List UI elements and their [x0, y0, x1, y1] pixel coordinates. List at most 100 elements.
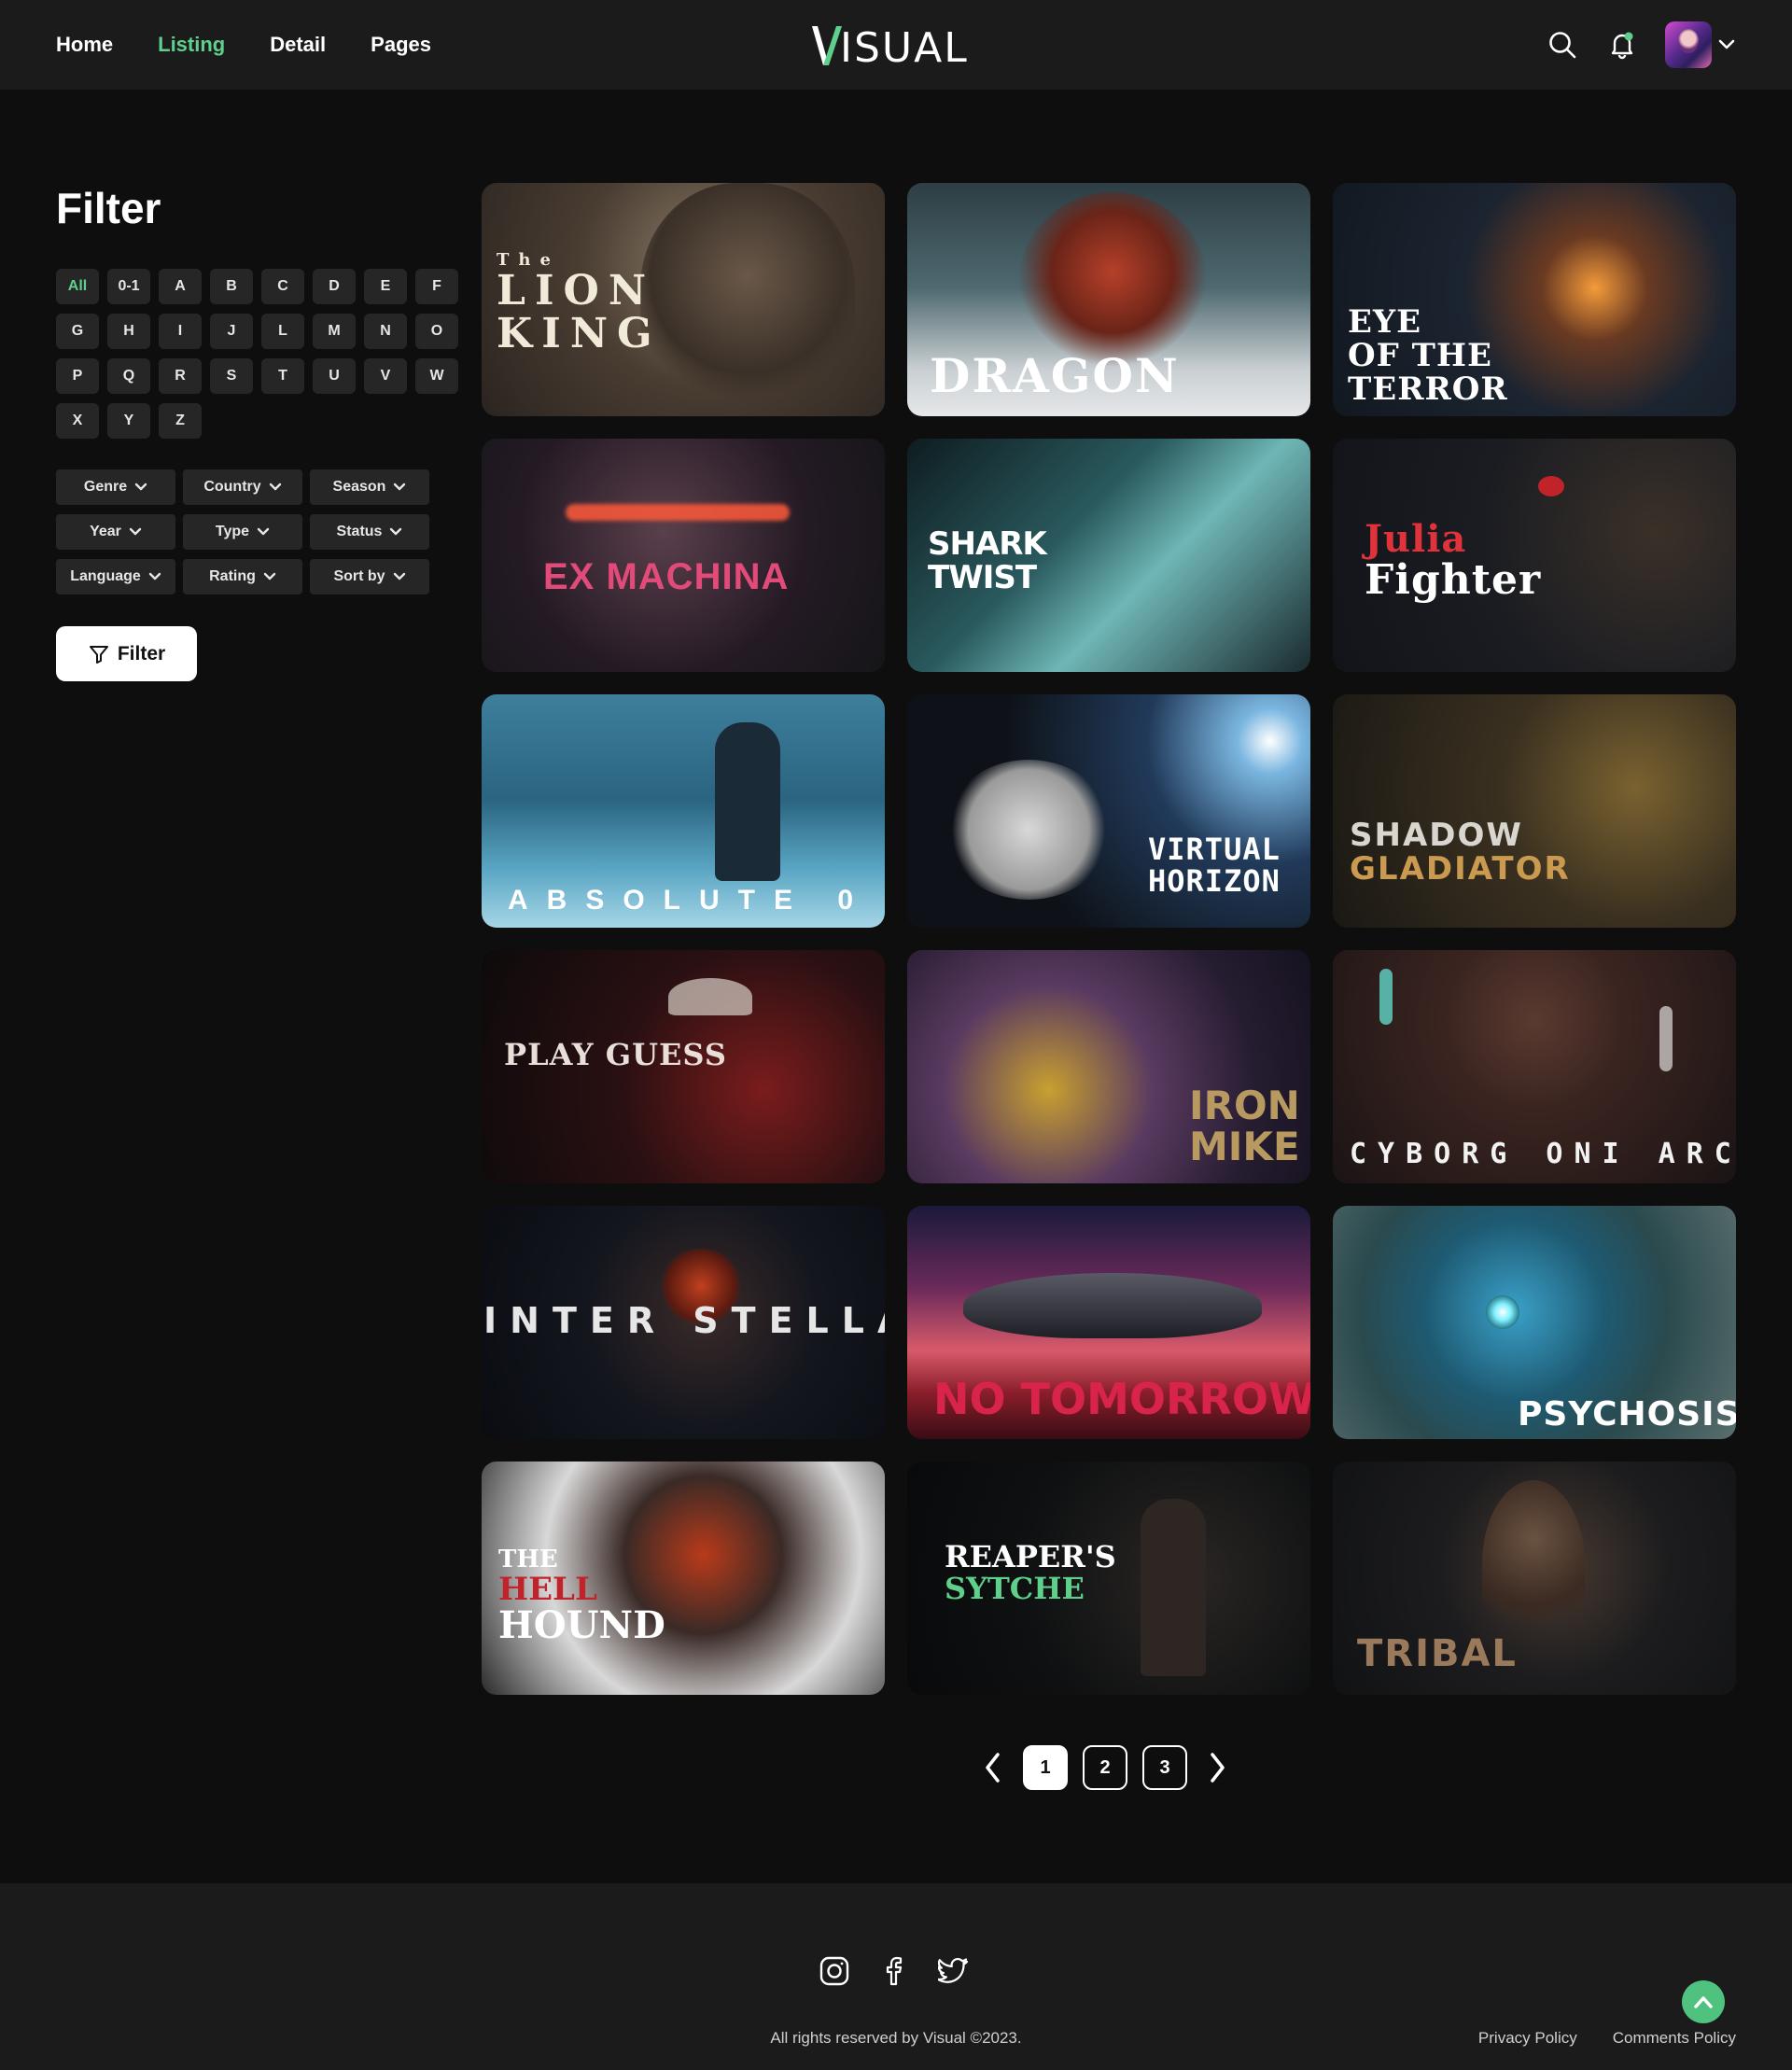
prev-page-button[interactable]	[978, 1745, 1008, 1790]
profile-menu[interactable]	[1665, 21, 1736, 68]
facebook-link[interactable]	[877, 1954, 911, 1988]
search-button[interactable]	[1546, 28, 1579, 62]
movie-card[interactable]: TRIBAL	[1333, 1462, 1736, 1695]
letter-filter-b[interactable]: B	[210, 269, 253, 304]
poster-art	[1141, 1499, 1206, 1676]
movie-card[interactable]: VIRTUAL HORIZON	[907, 694, 1310, 928]
letter-filter-w[interactable]: W	[415, 358, 458, 394]
logo-text: ISUAL	[840, 24, 969, 72]
page-3-button[interactable]: 3	[1142, 1745, 1187, 1790]
letter-filter-h[interactable]: H	[107, 314, 150, 349]
header-actions	[1546, 0, 1736, 90]
letter-filter-s[interactable]: S	[210, 358, 253, 394]
dropdown-language[interactable]: Language	[56, 559, 175, 594]
movie-title: INTER STELLAR	[483, 1303, 885, 1340]
twitter-link[interactable]	[937, 1954, 971, 1988]
dropdown-season[interactable]: Season	[310, 469, 429, 505]
letter-filter-d[interactable]: D	[313, 269, 356, 304]
page-1-button[interactable]: 1	[1023, 1745, 1068, 1790]
letter-filter-a[interactable]: A	[159, 269, 202, 304]
dropdown-year[interactable]: Year	[56, 514, 175, 550]
movie-title-line: HOUND	[498, 1603, 665, 1647]
filter-button[interactable]: Filter	[56, 626, 197, 681]
poster-art	[640, 183, 855, 416]
letter-filter-n[interactable]: N	[364, 314, 407, 349]
movie-title: TRIBAL	[1357, 1635, 1518, 1674]
nav-pages[interactable]: Pages	[371, 33, 431, 57]
letter-filter-j[interactable]: J	[210, 314, 253, 349]
letter-filter-p[interactable]: P	[56, 358, 99, 394]
chevron-down-icon	[257, 527, 270, 536]
movie-card[interactable]: EX MACHINA	[482, 439, 885, 672]
dropdown-sort-by[interactable]: Sort by	[310, 559, 429, 594]
dropdown-status[interactable]: Status	[310, 514, 429, 550]
dropdown-rating[interactable]: Rating	[183, 559, 302, 594]
letter-filter-q[interactable]: Q	[107, 358, 150, 394]
movie-card[interactable]: EYE OF THE TERROR	[1333, 183, 1736, 416]
movie-card[interactable]: REAPER'S SYTCHE	[907, 1462, 1310, 1695]
letter-filter-t[interactable]: T	[261, 358, 304, 394]
movie-title: SHADOW GLADIATOR	[1350, 819, 1571, 887]
letter-filter-i[interactable]: I	[159, 314, 202, 349]
letter-filter-y[interactable]: Y	[107, 403, 150, 439]
movie-card[interactable]: SHARK TWIST	[907, 439, 1310, 672]
dropdown-country[interactable]: Country	[183, 469, 302, 505]
letter-filter-z[interactable]: Z	[159, 403, 202, 439]
movie-card[interactable]: CYBORG ONI ARC	[1333, 950, 1736, 1183]
letter-filter-m[interactable]: M	[313, 314, 356, 349]
letter-filter-g[interactable]: G	[56, 314, 99, 349]
letter-filter-l[interactable]: L	[261, 314, 304, 349]
letter-filter-v[interactable]: V	[364, 358, 407, 394]
instagram-link[interactable]	[818, 1954, 851, 1988]
movie-card[interactable]: ABSOLUTE 0	[482, 694, 885, 928]
back-to-top-button[interactable]	[1682, 1980, 1725, 2023]
movie-title-line: HELL	[498, 1571, 597, 1608]
site-logo[interactable]: ISUAL	[810, 19, 969, 71]
privacy-policy-link[interactable]: Privacy Policy	[1478, 2029, 1577, 2048]
dropdown-genre[interactable]: Genre	[56, 469, 175, 505]
movie-title-line: PSYCHOSIS	[1518, 1395, 1736, 1434]
movie-card[interactable]: PSYCHOSIS	[1333, 1206, 1736, 1439]
movie-card[interactable]: INTER STELLAR	[482, 1206, 885, 1439]
letter-filter-c[interactable]: C	[261, 269, 304, 304]
poster-art	[1659, 1006, 1673, 1071]
chevron-down-icon	[394, 483, 406, 491]
movie-title: CYBORG ONI ARC	[1350, 1140, 1736, 1170]
letter-filter-all[interactable]: All	[56, 269, 99, 304]
social-links	[818, 1954, 971, 1988]
letter-filter-e[interactable]: E	[364, 269, 407, 304]
movie-title-line: REAPER'S	[945, 1539, 1116, 1574]
dropdown-label: Sort by	[333, 568, 385, 584]
letter-filter-o[interactable]: O	[415, 314, 458, 349]
letter-filter-r[interactable]: R	[159, 358, 202, 394]
poster-art	[715, 722, 780, 881]
chevron-down-icon	[269, 483, 281, 491]
chevron-down-icon	[393, 572, 405, 580]
letter-filter-u[interactable]: U	[313, 358, 356, 394]
movie-card[interactable]: Julia Fighter	[1333, 439, 1736, 672]
comments-policy-link[interactable]: Comments Policy	[1613, 2029, 1736, 2048]
dropdown-type[interactable]: Type	[183, 514, 302, 550]
notifications-button[interactable]	[1605, 28, 1639, 62]
funnel-icon	[89, 645, 108, 664]
movie-card[interactable]: The LION KING	[482, 183, 885, 416]
page-2-button[interactable]: 2	[1083, 1745, 1127, 1790]
nav-home[interactable]: Home	[56, 33, 113, 57]
movie-title: DRAGON	[930, 353, 1180, 401]
chevron-down-icon	[263, 572, 276, 580]
letter-filter-f[interactable]: F	[415, 269, 458, 304]
movie-card[interactable]: IRON MIKE	[907, 950, 1310, 1183]
movie-card[interactable]: DRAGON	[907, 183, 1310, 416]
nav-listing[interactable]: Listing	[158, 33, 225, 57]
movie-card[interactable]: SHADOW GLADIATOR	[1333, 694, 1736, 928]
movie-title: PSYCHOSIS	[1518, 1398, 1736, 1434]
movie-title-line: CYBORG ONI ARC	[1350, 1138, 1736, 1170]
next-page-button[interactable]	[1202, 1745, 1232, 1790]
policy-links: Privacy Policy Comments Policy	[1478, 2029, 1736, 2048]
movie-card[interactable]: PLAY GUESS	[482, 950, 885, 1183]
movie-card[interactable]: NO TOMORROW	[907, 1206, 1310, 1439]
letter-filter-0-1[interactable]: 0-1	[107, 269, 150, 304]
movie-card[interactable]: THE HELL HOUND	[482, 1462, 885, 1695]
nav-detail[interactable]: Detail	[270, 33, 326, 57]
letter-filter-x[interactable]: X	[56, 403, 99, 439]
